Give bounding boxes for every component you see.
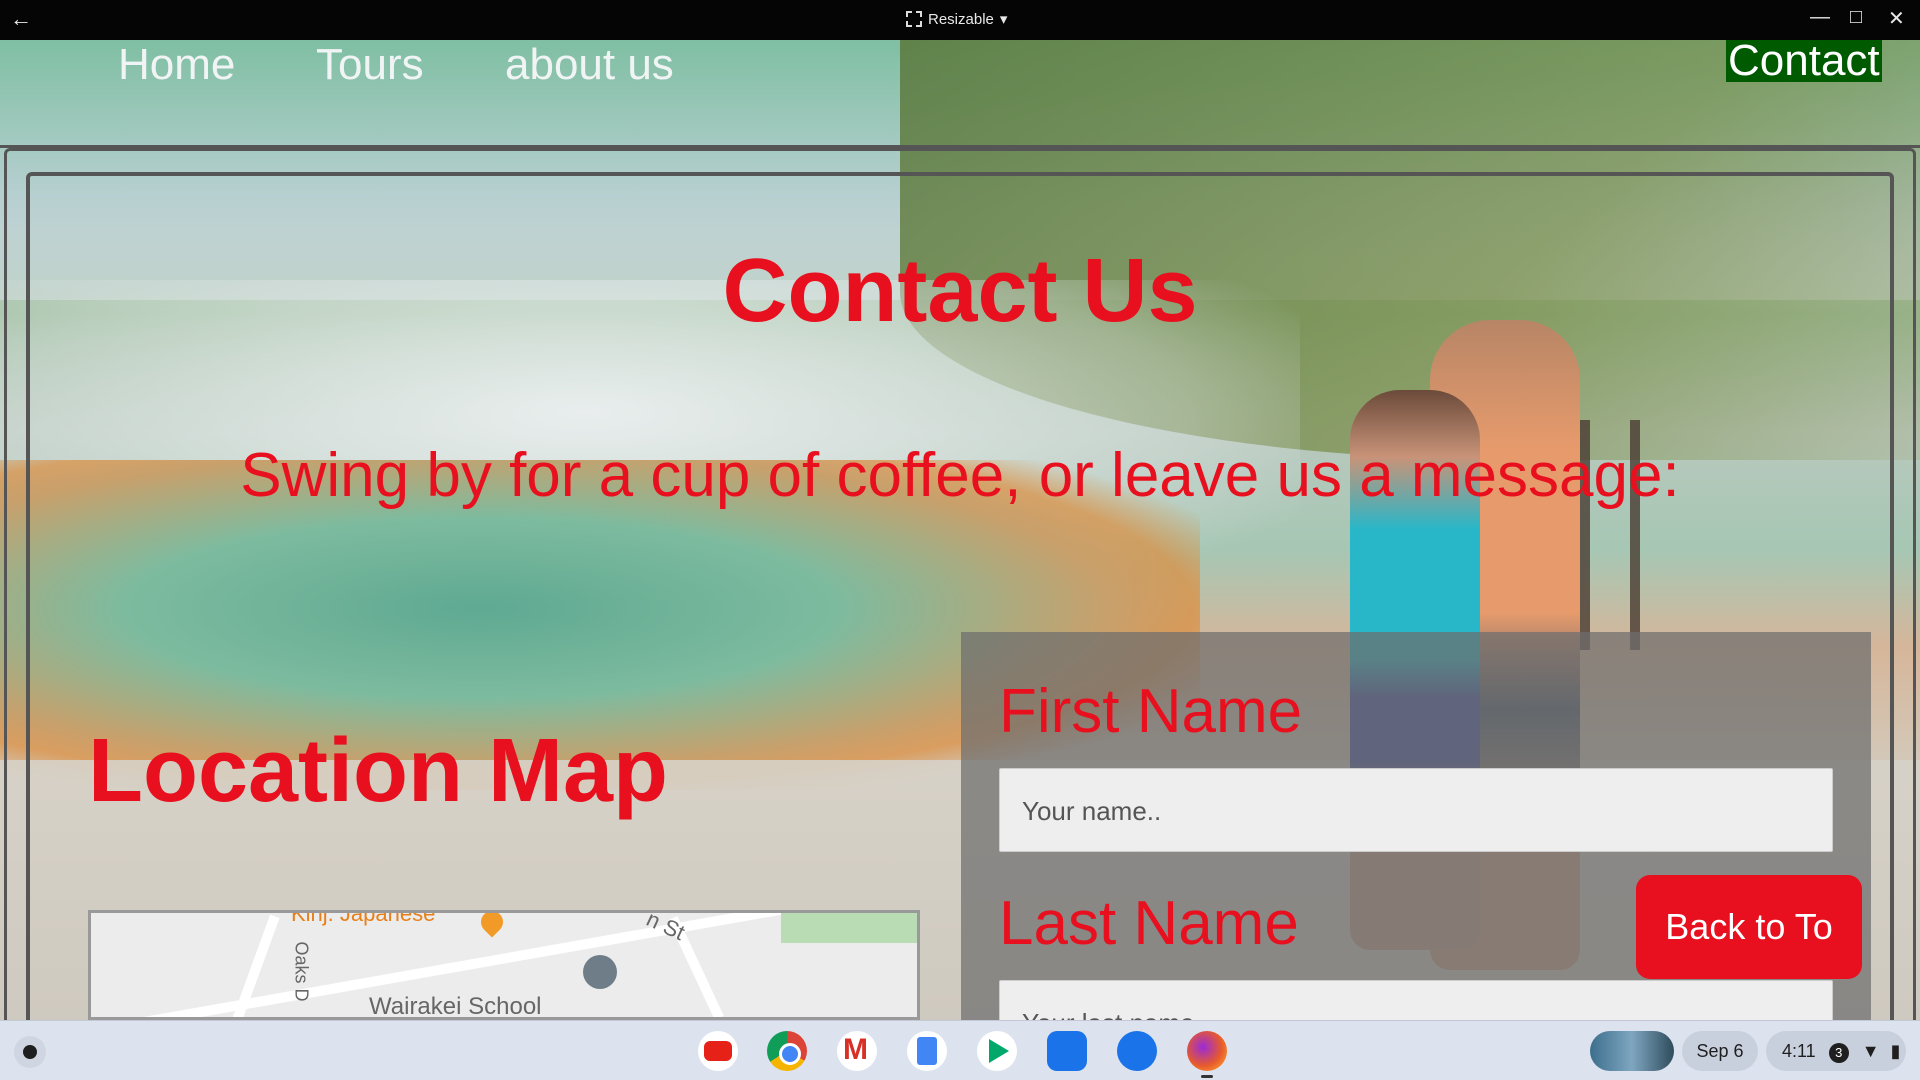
docs-icon[interactable] — [907, 1031, 947, 1071]
location-map-title: Location Map — [88, 721, 668, 821]
map-park — [781, 913, 917, 943]
date-pill[interactable]: Sep 6 — [1682, 1031, 1758, 1071]
files-icon[interactable] — [1047, 1031, 1087, 1071]
map-label-school: Wairakei School — [369, 993, 542, 1020]
resize-icon — [906, 11, 922, 27]
messages-icon[interactable] — [1117, 1031, 1157, 1071]
close-icon[interactable]: ✕ — [1888, 6, 1905, 31]
map-label-restaurant: Kinj. Japanese — [291, 910, 436, 926]
back-to-top-button[interactable]: Back to To — [1636, 875, 1862, 979]
os-shelf: Sep 6 4:11 3 ▼ ▮ — [0, 1020, 1920, 1080]
notification-badge: 3 — [1828, 1043, 1849, 1063]
gmail-icon[interactable] — [837, 1031, 877, 1071]
minimize-icon[interactable]: — — [1810, 6, 1830, 29]
wifi-icon: ▼ — [1861, 1041, 1880, 1061]
location-map[interactable]: Kinj. Japanese Oaks D n St Wairakei Scho… — [88, 910, 920, 1020]
school-icon[interactable] — [583, 955, 617, 989]
first-name-input[interactable]: Your name.. — [999, 768, 1833, 852]
resize-mode-dropdown[interactable]: Resizable ▾ — [906, 10, 1007, 28]
first-name-label: First Name — [999, 677, 1303, 746]
chrome-icon[interactable] — [767, 1031, 807, 1071]
launcher-icon[interactable] — [14, 1036, 46, 1068]
last-name-label: Last Name — [999, 889, 1299, 958]
window-titlebar: ← Resizable ▾ — □ ✕ — [0, 0, 1920, 40]
chevron-down-icon: ▾ — [999, 11, 1008, 28]
battery-icon: ▮ — [1890, 1041, 1901, 1061]
nav-about-link[interactable]: about us — [505, 40, 674, 90]
firefox-icon[interactable] — [1187, 1031, 1227, 1071]
site-navbar: Home Tours about us Contact — [0, 40, 1920, 148]
status-tray[interactable]: 4:11 3 ▼ ▮ — [1766, 1031, 1906, 1071]
nav-tours-link[interactable]: Tours — [316, 40, 424, 90]
resize-mode-label: Resizable — [928, 10, 994, 28]
clock-time: 4:11 — [1782, 1041, 1816, 1061]
play-store-icon[interactable] — [977, 1031, 1017, 1071]
maximize-icon[interactable]: □ — [1850, 6, 1862, 29]
youtube-icon[interactable] — [698, 1031, 738, 1071]
back-arrow-icon[interactable]: ← — [10, 6, 32, 32]
map-label-street: Oaks D — [291, 941, 312, 1002]
map-pin-icon[interactable] — [476, 913, 508, 938]
screen-capture-thumbnail[interactable] — [1590, 1031, 1674, 1071]
active-app-indicator — [1201, 1075, 1213, 1078]
page-title: Contact Us — [722, 241, 1198, 341]
nav-contact-link[interactable]: Contact — [1726, 40, 1882, 83]
page-subtitle: Swing by for a cup of coffee, or leave u… — [240, 441, 1680, 510]
nav-home-link[interactable]: Home — [118, 40, 235, 90]
